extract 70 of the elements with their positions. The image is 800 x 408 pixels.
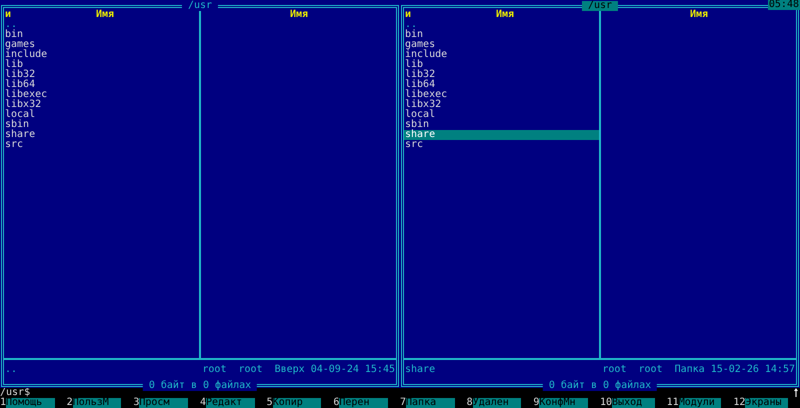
file-row[interactable]: .. [4, 20, 199, 30]
file-row[interactable]: libx32 [4, 100, 199, 110]
function-key[interactable]: ПользМ [72, 398, 122, 408]
panel-summary: 0 байт в 0 файлах [542, 381, 658, 391]
panel-title: /usr [582, 1, 618, 11]
panel-title: /usr [182, 1, 218, 11]
column-header[interactable]: Имя [496, 10, 514, 20]
key-number: 12 [733, 398, 746, 408]
panel-summary: 0 байт в 0 файлах [142, 381, 258, 391]
status-owner: root [602, 365, 626, 375]
file-row[interactable]: local [4, 110, 199, 120]
file-row[interactable]: lib64 [4, 80, 199, 90]
function-key[interactable]: Редакт [206, 398, 255, 408]
file-row[interactable]: lib [404, 60, 599, 70]
key-number: 6 [333, 398, 340, 408]
key-number: 10 [600, 398, 612, 408]
file-row[interactable]: sbin [404, 120, 599, 130]
key-number: 3 [133, 398, 140, 408]
function-key[interactable]: Копир [272, 398, 322, 408]
sort-indicator[interactable]: и [5, 10, 12, 20]
function-key[interactable]: Перен [339, 398, 388, 408]
status-group: root [638, 365, 663, 375]
status-info: Папка 15-02-26 14:57 [674, 365, 795, 375]
status-file-name: share [405, 365, 436, 375]
column-header[interactable]: Имя [96, 10, 114, 20]
sort-indicator[interactable]: и [405, 10, 412, 20]
column-header[interactable]: Имя [290, 10, 308, 20]
key-number: 8 [466, 398, 473, 408]
function-key[interactable]: Модули [678, 398, 722, 408]
file-row[interactable]: share [4, 130, 199, 140]
key-number: 9 [533, 398, 540, 408]
file-row[interactable]: .. [404, 20, 599, 30]
file-row[interactable]: src [4, 140, 199, 150]
file-row[interactable]: share [404, 130, 599, 140]
column-header[interactable]: Имя [690, 10, 708, 20]
file-row[interactable]: local [404, 110, 599, 120]
status-info: Вверх 04-09-24 15:45 [274, 365, 395, 375]
file-row[interactable]: libexec [404, 90, 599, 100]
file-row[interactable]: sbin [4, 120, 199, 130]
function-key[interactable]: Экраны [745, 398, 788, 408]
key-number: 11 [666, 398, 679, 408]
file-row[interactable]: lib64 [404, 80, 599, 90]
command-prompt[interactable]: /usr$ [0, 388, 30, 398]
function-key[interactable]: Выход [612, 398, 655, 408]
status-file-name: .. [5, 365, 18, 375]
file-row[interactable]: games [404, 40, 599, 50]
key-number: 7 [400, 398, 406, 408]
file-row[interactable]: include [404, 50, 599, 60]
key-number: 5 [266, 398, 273, 408]
status-group: root [238, 365, 263, 375]
file-row[interactable]: lib32 [404, 70, 599, 80]
file-row[interactable]: include [4, 50, 199, 60]
file-row[interactable]: libx32 [404, 100, 599, 110]
file-row[interactable]: bin [404, 30, 599, 40]
file-row[interactable]: src [404, 140, 599, 150]
key-number: 2 [66, 398, 73, 408]
file-row[interactable]: games [4, 40, 199, 50]
file-row[interactable]: lib32 [4, 70, 199, 80]
status-owner: root [202, 365, 226, 375]
file-row[interactable]: libexec [4, 90, 199, 100]
function-key[interactable]: Папка [406, 398, 455, 408]
key-number: 1 [0, 398, 6, 408]
key-number: 4 [200, 398, 206, 408]
function-key[interactable]: Помощь [6, 398, 55, 408]
function-key[interactable]: КонфМн [539, 398, 588, 408]
scroll-arrow-icon [794, 388, 798, 398]
function-key[interactable]: Удален [472, 398, 522, 408]
file-row[interactable]: lib [4, 60, 199, 70]
file-row[interactable]: bin [4, 30, 199, 40]
function-key[interactable]: Просм [139, 398, 188, 408]
